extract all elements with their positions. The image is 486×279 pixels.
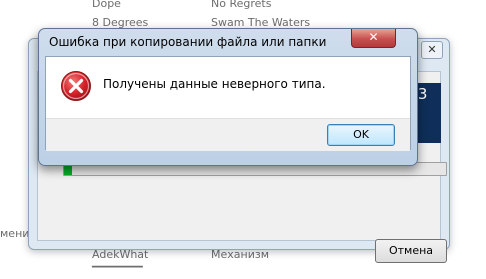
error-icon	[61, 71, 91, 101]
list-item[interactable]: Dope	[92, 0, 121, 10]
sidebar-item-partial[interactable]: мени	[0, 227, 29, 240]
list-item-partial[interactable]: ▔▔▔▔▔▔	[92, 266, 143, 279]
cancel-button[interactable]: Отмена	[375, 239, 447, 263]
ok-button[interactable]: OK	[327, 124, 395, 146]
dialog-message: Получены данные неверного типа.	[103, 77, 326, 91]
list-item[interactable]: No Regrets	[211, 0, 271, 10]
error-dialog: Ошибка при копировании файла или папки ✕…	[38, 28, 418, 166]
close-button[interactable]: ✕	[351, 29, 396, 48]
dialog-title: Ошибка при копировании файла или папки	[49, 35, 327, 49]
close-icon[interactable]: ✕	[421, 41, 443, 59]
dialog-content: Получены данные неверного типа. OK	[45, 56, 411, 151]
dialog-footer: OK	[46, 118, 410, 151]
